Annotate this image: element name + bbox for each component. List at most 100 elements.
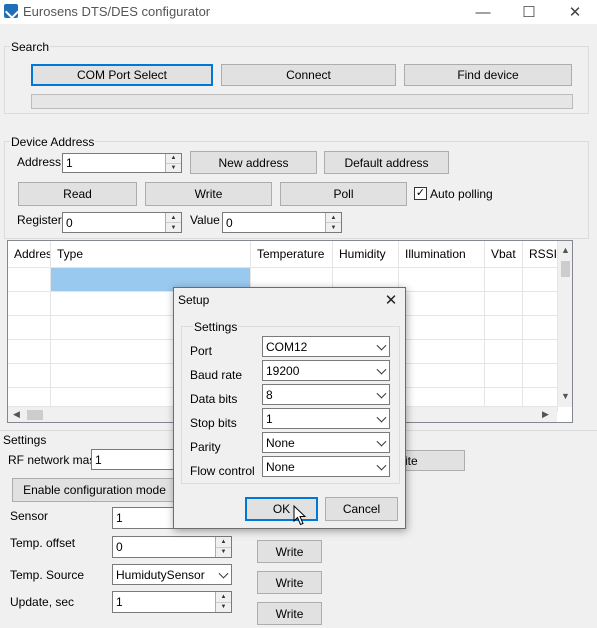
temp-offset-write-button[interactable]: Write [257,540,322,563]
new-address-button[interactable]: New address [190,151,317,174]
temp-source-write-button[interactable]: Write [257,571,322,594]
auto-polling-checkbox[interactable]: ✓ [414,187,427,200]
vertical-scroll-thumb[interactable] [561,261,570,277]
flow-control-select[interactable]: None [262,456,390,477]
title-bar: Eurosens DTS/DES configurator — ☐ ✕ [0,0,597,24]
update-sec-input[interactable]: 1 ▲ ▼ [112,591,232,613]
update-sec-write-button[interactable]: Write [257,602,322,625]
value-input[interactable]: 0 ▲ ▼ [222,212,342,233]
rf-network-mask-label: RF network mask [8,453,102,467]
grid-cell[interactable] [399,364,485,388]
column-header-type[interactable]: Type [51,241,251,268]
spin-up-icon[interactable]: ▲ [216,592,231,603]
cancel-button[interactable]: Cancel [325,497,398,521]
vertical-scrollbar[interactable]: ▲ ▼ [557,241,572,407]
connect-button[interactable]: Connect [221,64,396,86]
dialog-close-icon[interactable]: ✕ [381,290,401,310]
read-button[interactable]: Read [18,182,137,206]
rf-network-mask-input[interactable]: 1 [91,449,181,470]
stop-bits-select[interactable]: 1 [262,408,390,429]
enable-configuration-mode-button[interactable]: Enable configuration mode [12,478,177,502]
temp-offset-spinner[interactable]: ▲ ▼ [215,537,231,557]
sensor-label: Sensor [10,509,49,523]
register-spinner[interactable]: ▲ ▼ [165,213,181,232]
close-button[interactable]: ✕ [552,0,597,24]
address-input[interactable]: 1 ▲ ▼ [62,153,182,173]
temp-source-select[interactable]: HumidutySensor [112,564,232,585]
grid-cell[interactable] [485,364,523,388]
spin-up-icon[interactable]: ▲ [166,154,181,164]
grid-cell[interactable] [485,292,523,316]
com-port-select-button[interactable]: COM Port Select [31,64,213,86]
address-value: 1 [66,156,73,170]
spin-up-icon[interactable]: ▲ [326,213,341,223]
sensor-input[interactable]: 1 [112,507,177,529]
spin-down-icon[interactable]: ▼ [326,223,341,232]
scroll-right-icon[interactable]: ▶ [542,409,549,420]
column-header-illumination[interactable]: Illumination [399,241,485,268]
register-value: 0 [66,215,73,230]
spin-down-icon[interactable]: ▼ [166,223,181,232]
baud-rate-value: 19200 [266,363,300,378]
grid-cell[interactable] [523,292,558,316]
poll-button[interactable]: Poll [280,182,407,206]
grid-cell[interactable] [485,268,523,292]
spin-down-icon[interactable]: ▼ [216,548,231,558]
data-bits-select[interactable]: 8 [262,384,390,405]
temp-offset-input[interactable]: 0 ▲ ▼ [112,536,232,558]
write-button[interactable]: Write [145,182,272,206]
temp-offset-label: Temp. offset [10,536,76,550]
column-header-humidity[interactable]: Humidity [333,241,399,268]
flow-control-value: None [266,459,295,474]
baud-rate-select[interactable]: 19200 [262,360,390,381]
column-header-rssi[interactable]: RSSI [523,241,558,268]
default-address-button[interactable]: Default address [324,151,449,174]
minimize-button[interactable]: — [460,0,506,24]
grid-cell[interactable] [8,316,51,340]
grid-cell[interactable] [485,316,523,340]
update-sec-spinner[interactable]: ▲ ▼ [215,592,231,612]
grid-cell[interactable] [523,340,558,364]
scroll-down-icon[interactable]: ▼ [561,391,570,401]
data-bits-value: 8 [266,387,273,402]
grid-cell[interactable] [8,292,51,316]
grid-cell[interactable] [523,316,558,340]
grid-cell[interactable] [8,364,51,388]
temp-source-value: HumidutySensor [116,567,205,582]
address-spinner[interactable]: ▲ ▼ [165,154,181,172]
grid-cell[interactable] [8,340,51,364]
maximize-button[interactable]: ☐ [506,0,552,24]
grid-cell[interactable] [523,364,558,388]
auto-polling-label: Auto polling [430,187,493,201]
chevron-down-icon [376,340,387,351]
spin-down-icon[interactable]: ▼ [216,603,231,613]
grid-cell[interactable] [399,292,485,316]
parity-select[interactable]: None [262,432,390,453]
value-spinner[interactable]: ▲ ▼ [325,213,341,232]
grid-cell[interactable] [8,268,51,292]
column-header-temperature[interactable]: Temperature [251,241,333,268]
column-header-vbat[interactable]: Vbat [485,241,523,268]
port-select[interactable]: COM12 [262,336,390,357]
stop-bits-value: 1 [266,411,273,426]
scroll-left-icon[interactable]: ◀ [13,409,20,420]
scroll-up-icon[interactable]: ▲ [561,245,570,255]
grid-cell[interactable] [399,340,485,364]
grid-cell[interactable] [399,268,485,292]
horizontal-scroll-thumb[interactable] [27,410,43,420]
ok-button[interactable]: OK [245,497,318,521]
register-input[interactable]: 0 ▲ ▼ [62,212,182,233]
grid-cell[interactable] [485,340,523,364]
flow-control-label: Flow control [190,464,255,478]
spin-up-icon[interactable]: ▲ [216,537,231,548]
chevron-down-icon [376,364,387,375]
spin-up-icon[interactable]: ▲ [166,213,181,223]
grid-cell[interactable] [523,268,558,292]
spin-down-icon[interactable]: ▼ [166,164,181,173]
grid-cell[interactable] [399,316,485,340]
checkmark-icon: ✓ [415,187,426,199]
rf-network-mask-value: 1 [95,452,102,467]
find-device-button[interactable]: Find device [404,64,572,86]
chevron-down-icon [218,568,229,579]
column-header-address[interactable]: Addres [8,241,51,268]
